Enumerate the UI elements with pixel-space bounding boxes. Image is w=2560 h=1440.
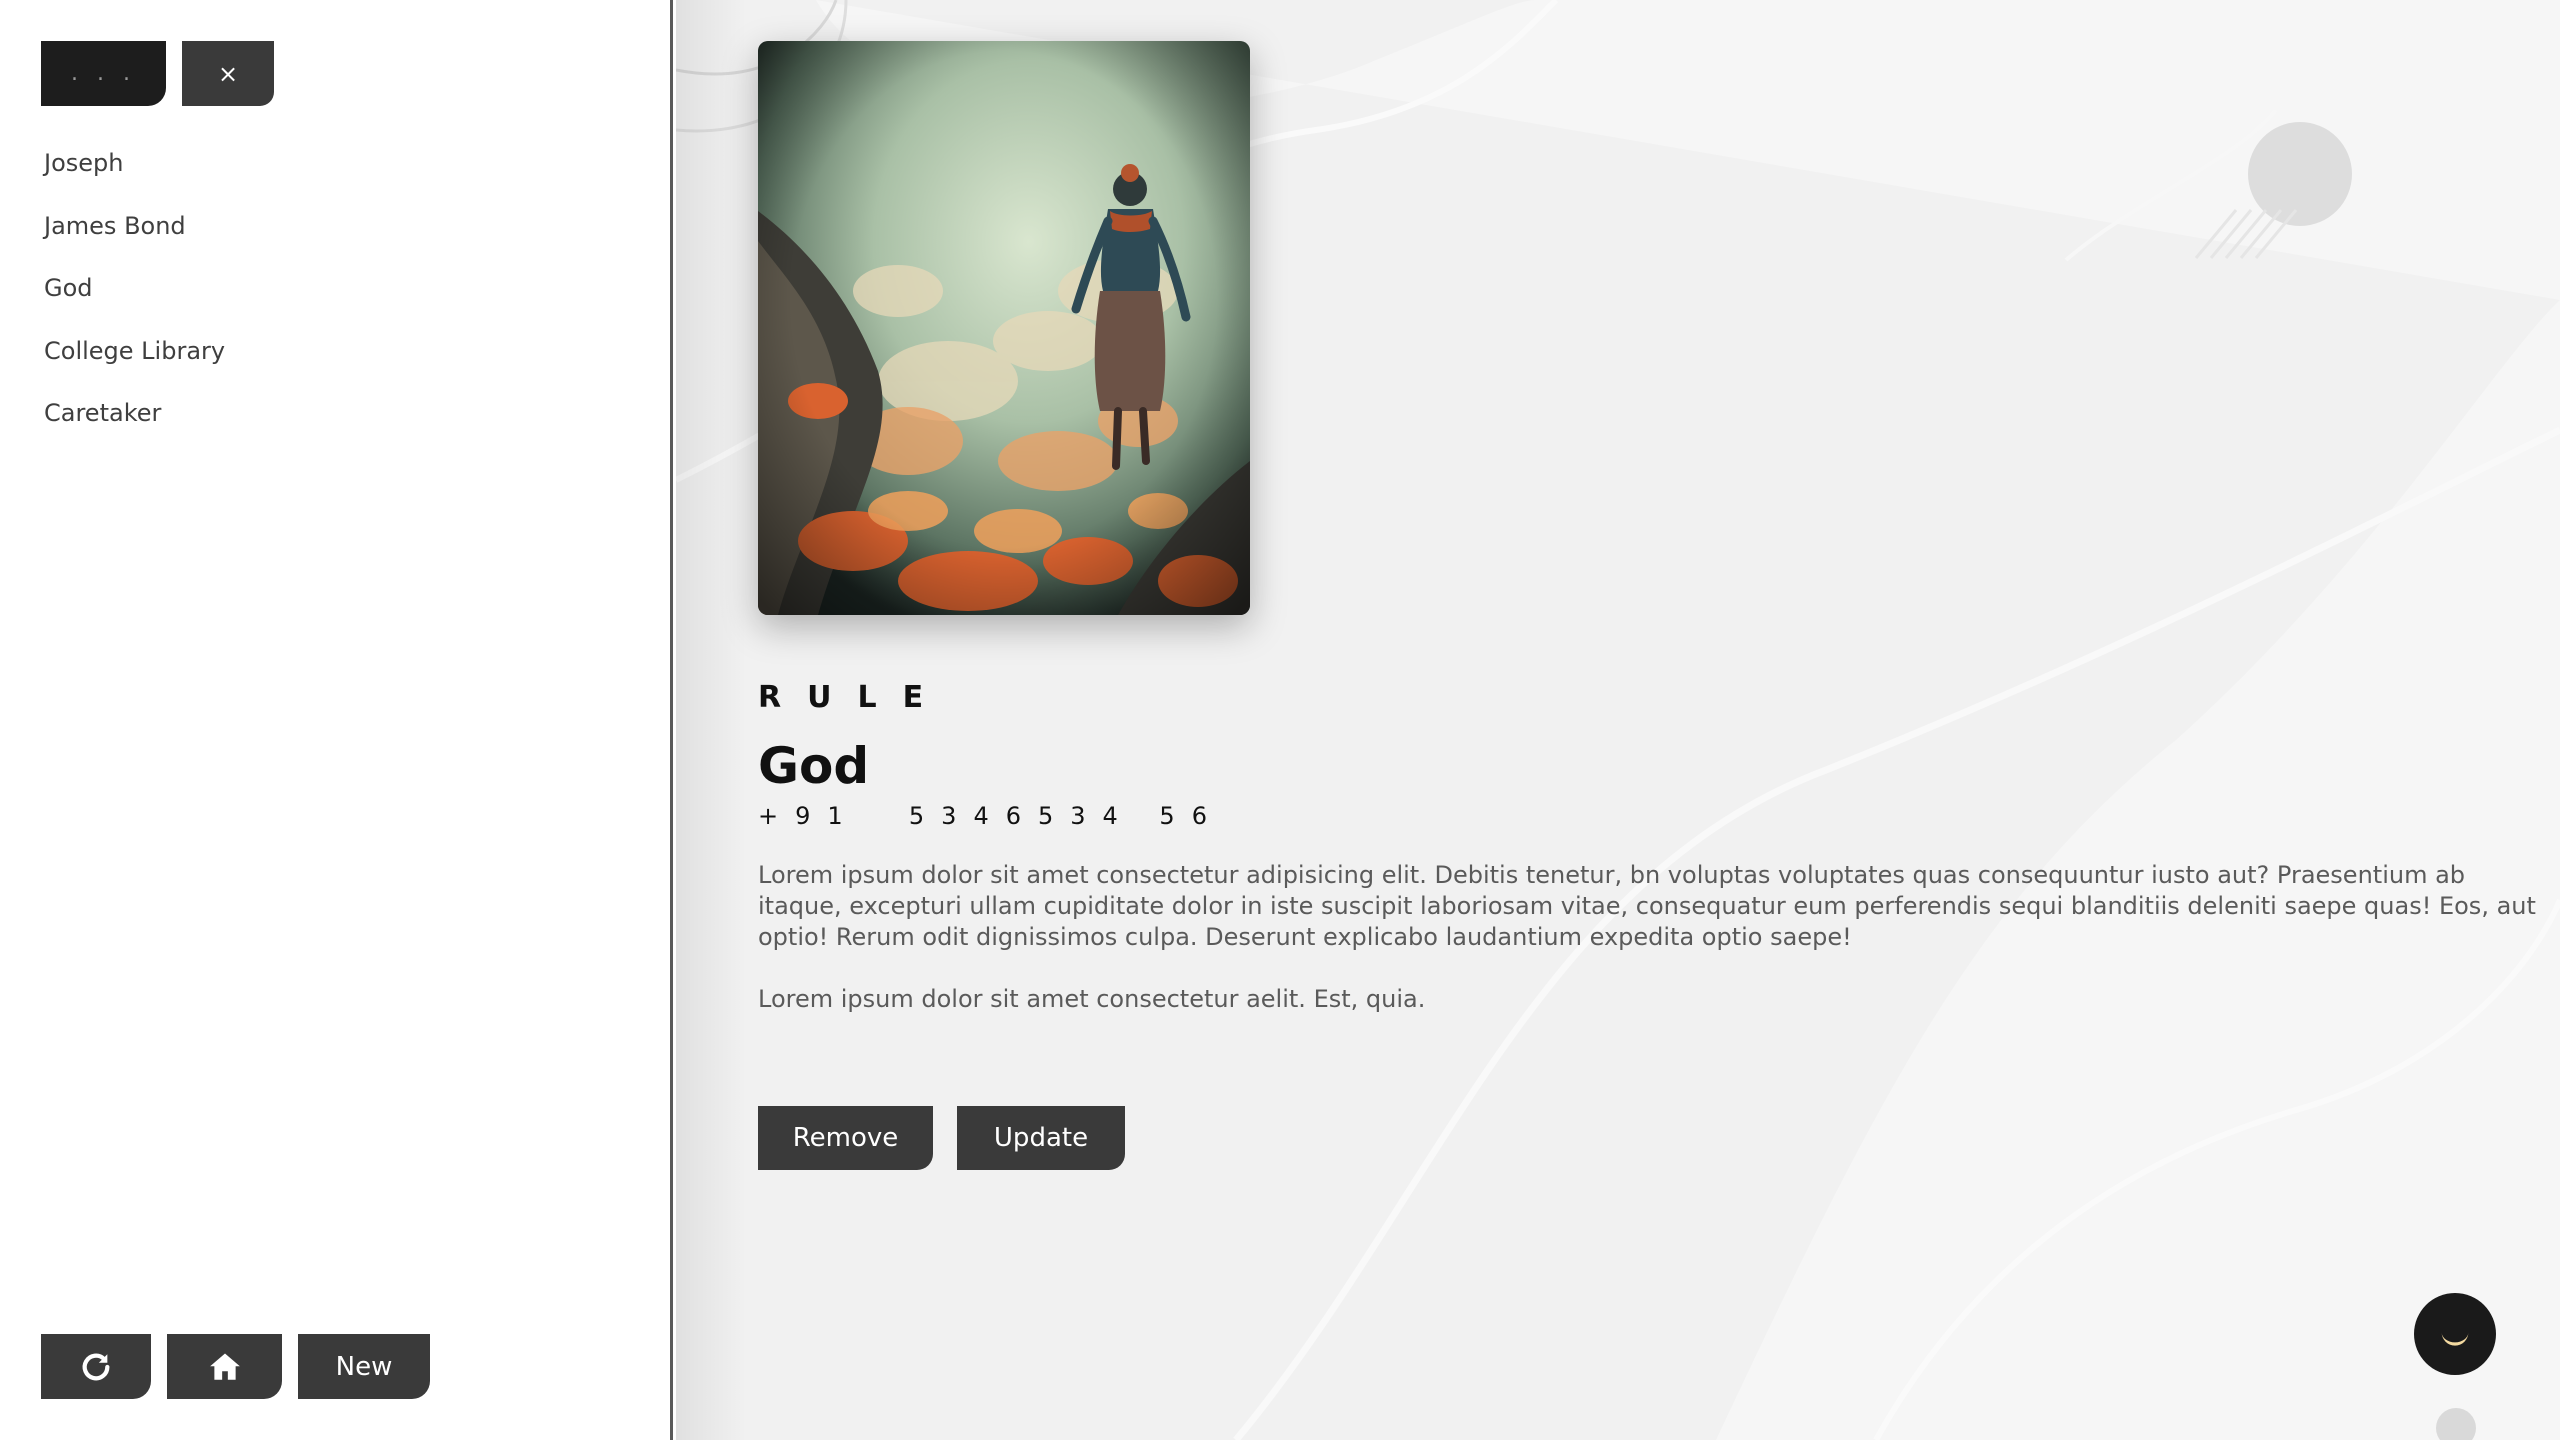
contact-item[interactable]: Joseph	[44, 145, 225, 208]
menu-dots-button[interactable]: . . .	[41, 41, 166, 106]
contact-name: God	[758, 737, 870, 795]
refresh-button[interactable]	[41, 1334, 151, 1399]
contact-phone: +91 5346534 56	[758, 802, 1224, 830]
moon-icon	[2441, 1332, 2469, 1346]
new-contact-button[interactable]: New	[298, 1334, 430, 1399]
contact-actions: Remove Update	[758, 1106, 1125, 1170]
contact-item[interactable]: God	[44, 270, 225, 333]
contact-detail-panel: RULE God +91 5346534 56 Lorem ipsum dolo…	[676, 0, 2560, 1440]
sidebar-bottom-controls: New	[41, 1334, 430, 1399]
contact-item[interactable]: James Bond	[44, 208, 225, 271]
contact-note: Lorem ipsum dolor sit amet consectetur a…	[758, 985, 1426, 1013]
contact-item[interactable]: Caretaker	[44, 395, 225, 458]
home-icon	[209, 1353, 240, 1380]
remove-button[interactable]: Remove	[758, 1106, 933, 1170]
contact-item[interactable]: College Library	[44, 333, 225, 396]
contact-portrait-image	[758, 41, 1250, 615]
home-button[interactable]	[167, 1334, 282, 1399]
refresh-icon	[82, 1353, 110, 1380]
contact-category: RULE	[758, 680, 950, 715]
theme-toggle-button[interactable]	[2414, 1293, 2496, 1375]
sidebar: . . . × Joseph James Bond God College Li…	[0, 0, 673, 1440]
sidebar-top-controls: . . . ×	[41, 41, 274, 106]
close-button[interactable]: ×	[182, 41, 274, 106]
contact-list: Joseph James Bond God College Library Ca…	[44, 145, 225, 458]
update-button[interactable]: Update	[957, 1106, 1125, 1170]
contact-description: Lorem ipsum dolor sit amet consectetur a…	[758, 861, 2536, 951]
